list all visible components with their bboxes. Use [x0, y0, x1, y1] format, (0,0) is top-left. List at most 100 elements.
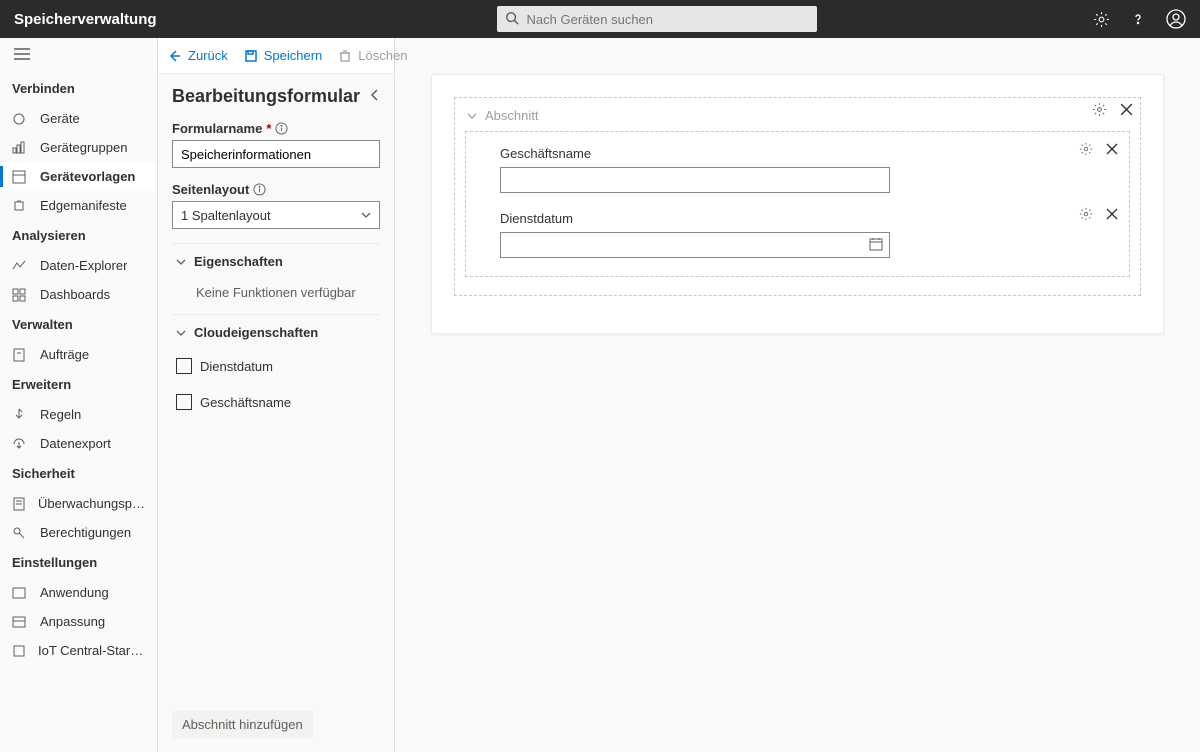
group-cloud[interactable]: Cloudeigenschaften: [172, 317, 380, 348]
sidebar-section-sicherheit: Sicherheit: [0, 458, 157, 489]
sidebar-section-verwalten: Verwalten: [0, 309, 157, 340]
sidebar-section-analysieren: Analysieren: [0, 220, 157, 251]
info-icon[interactable]: [275, 122, 288, 135]
field-remove-icon[interactable]: [1105, 207, 1119, 224]
settings-icon[interactable]: [1093, 11, 1110, 28]
field-geschaeftsname[interactable]: Geschäftsname: [500, 146, 1111, 193]
sidebar-item-berechtigungen[interactable]: Berechtigungen: [0, 518, 157, 547]
sidebar-item-anpassung[interactable]: Anpassung: [0, 607, 157, 636]
sidebar-item-label: Aufträge: [40, 347, 89, 362]
sidebar-item-label: Geräte: [40, 111, 80, 126]
section-settings-icon[interactable]: [1092, 102, 1107, 120]
sidebar-item-edgemanifeste[interactable]: Edgemanifeste: [0, 191, 157, 220]
collapse-panel-icon[interactable]: [370, 88, 380, 105]
template-icon: [12, 170, 28, 184]
command-bar: Zurück Speichern Löschen: [158, 38, 394, 74]
layout-value: 1 Spaltenlayout: [181, 208, 271, 223]
sidebar-section-einstellungen: Einstellungen: [0, 547, 157, 578]
sidebar-item-dashboards[interactable]: Dashboards: [0, 280, 157, 309]
group-icon: [12, 141, 28, 155]
topbar: Speicherverwaltung: [0, 0, 1200, 38]
delete-label: Löschen: [358, 48, 407, 63]
sidebar-section-erweitern: Erweitern: [0, 369, 157, 400]
chart-icon: [12, 259, 28, 273]
field-dienstdatum[interactable]: Dienstdatum: [500, 211, 1111, 258]
checkbox-geschaeftsname[interactable]: Geschäftsname: [172, 384, 380, 420]
sidebar-item-label: Überwachungsproto…: [38, 496, 145, 511]
sidebar-toggle[interactable]: [0, 38, 157, 73]
customize-icon: [12, 615, 28, 629]
sidebar-item-datenexport[interactable]: Datenexport: [0, 429, 157, 458]
sidebar-item-label: Berechtigungen: [40, 525, 131, 540]
calendar-icon[interactable]: [869, 237, 883, 254]
search-box[interactable]: [497, 6, 817, 32]
checkbox-label: Dienstdatum: [200, 359, 273, 374]
sidebar-item-label: IoT Central-Startseite: [38, 643, 145, 658]
info-icon[interactable]: [253, 183, 266, 196]
sidebar-item-label: Dashboards: [40, 287, 110, 302]
checkbox-dienstdatum[interactable]: Dienstdatum: [172, 348, 380, 384]
sidebar-item-ueberwachung[interactable]: Überwachungsproto…: [0, 489, 157, 518]
help-icon[interactable]: [1130, 11, 1146, 27]
sidebar-item-iotcentral[interactable]: IoT Central-Startseite: [0, 636, 157, 665]
edge-icon: [12, 199, 28, 213]
section-label: Abschnitt: [485, 108, 538, 123]
sidebar-item-label: Datenexport: [40, 436, 111, 451]
field-label: Geschäftsname: [500, 146, 1111, 161]
save-label: Speichern: [264, 48, 323, 63]
sidebar-item-regeln[interactable]: Regeln: [0, 400, 157, 429]
app-icon: [12, 586, 28, 600]
search-input[interactable]: [519, 12, 809, 27]
back-button[interactable]: Zurück: [168, 48, 228, 63]
chevron-down-icon: [361, 208, 371, 223]
permissions-icon: [12, 526, 28, 540]
editor-panel: Zurück Speichern Löschen Bearbeitungsfor…: [158, 38, 395, 752]
sidebar-item-anwendung[interactable]: Anwendung: [0, 578, 157, 607]
form-card: Abschnitt Geschäftsname: [431, 74, 1164, 334]
sidebar-item-label: Anwendung: [40, 585, 109, 600]
field-settings-icon[interactable]: [1079, 207, 1093, 224]
form-name-label: Formularname*: [172, 121, 380, 136]
sidebar-item-label: Regeln: [40, 407, 81, 422]
save-button[interactable]: Speichern: [244, 48, 323, 63]
sidebar-item-datenexplorer[interactable]: Daten-Explorer: [0, 251, 157, 280]
dashboard-icon: [12, 288, 28, 302]
form-name-input[interactable]: [172, 140, 380, 168]
sidebar-item-label: Daten-Explorer: [40, 258, 127, 273]
checkbox-icon: [176, 394, 192, 410]
checkbox-icon: [176, 358, 192, 374]
editor-title: Bearbeitungsformular: [172, 86, 360, 107]
layout-select[interactable]: 1 Spaltenlayout: [172, 201, 380, 229]
jobs-icon: [12, 348, 28, 362]
sidebar-item-auftraege[interactable]: Aufträge: [0, 340, 157, 369]
section-header[interactable]: Abschnitt: [465, 104, 1130, 131]
search-icon: [505, 11, 519, 28]
sidebar-item-label: Anpassung: [40, 614, 105, 629]
export-icon: [12, 437, 28, 451]
service-date-input[interactable]: [500, 232, 890, 258]
sidebar-item-geraetevorlagen[interactable]: Gerätevorlagen: [0, 162, 157, 191]
sidebar-item-label: Gerätevorlagen: [40, 169, 135, 184]
sidebar-item-label: Edgemanifeste: [40, 198, 127, 213]
add-section-button[interactable]: Abschnitt hinzufügen: [172, 711, 313, 738]
app-title: Speicherverwaltung: [14, 11, 157, 28]
section-remove-icon[interactable]: [1119, 102, 1134, 120]
field-remove-icon[interactable]: [1105, 142, 1119, 159]
form-section[interactable]: Abschnitt Geschäftsname: [454, 97, 1141, 296]
rules-icon: [12, 408, 28, 422]
sidebar-item-label: Gerätegruppen: [40, 140, 127, 155]
group-properties[interactable]: Eigenschaften: [172, 246, 380, 277]
checkbox-label: Geschäftsname: [200, 395, 291, 410]
sidebar: Verbinden Geräte Gerätegruppen Gerätevor…: [0, 38, 158, 752]
delete-button: Löschen: [338, 48, 407, 63]
audit-icon: [12, 497, 26, 511]
field-settings-icon[interactable]: [1079, 142, 1093, 159]
no-functions-text: Keine Funktionen verfügbar: [172, 277, 380, 308]
sidebar-section-verbinden: Verbinden: [0, 73, 157, 104]
layout-label: Seitenlayout: [172, 182, 380, 197]
account-icon[interactable]: [1166, 9, 1186, 29]
sidebar-item-geraete[interactable]: Geräte: [0, 104, 157, 133]
sidebar-item-geraetegruppen[interactable]: Gerätegruppen: [0, 133, 157, 162]
business-name-input[interactable]: [500, 167, 890, 193]
back-label: Zurück: [188, 48, 228, 63]
